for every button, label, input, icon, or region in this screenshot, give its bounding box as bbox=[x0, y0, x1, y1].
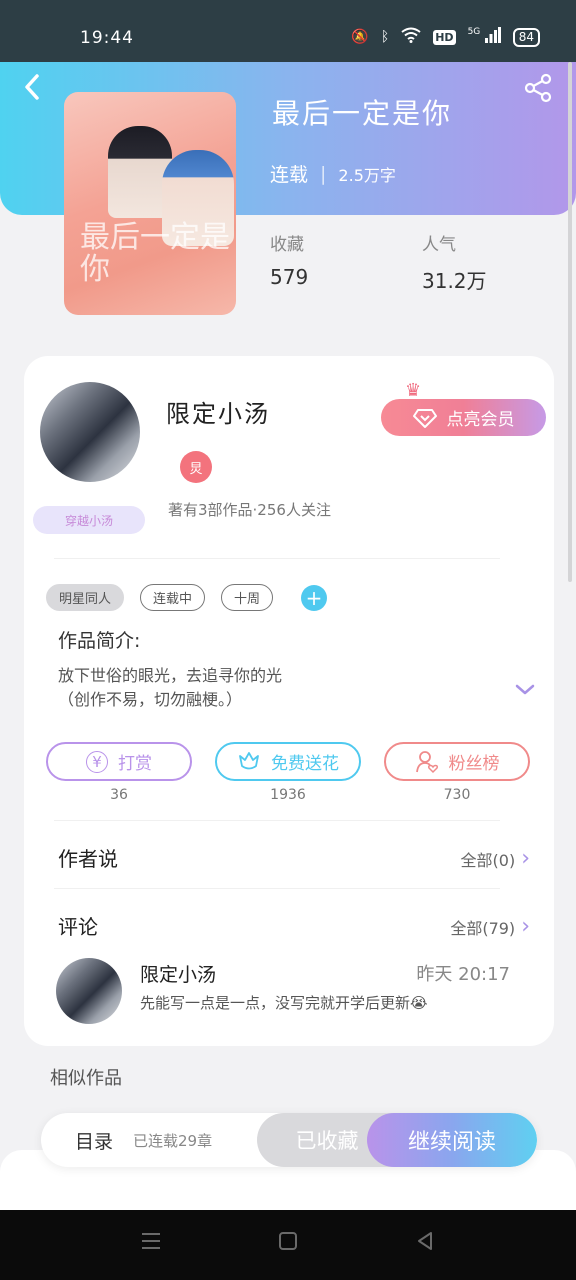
signal-icon: 5G bbox=[468, 27, 501, 47]
tag-item[interactable]: 连载中 bbox=[140, 584, 206, 611]
yen-icon: ¥ bbox=[86, 750, 108, 773]
similar-works-title: 相似作品 bbox=[50, 1068, 122, 1089]
wifi-icon bbox=[401, 27, 421, 47]
serial-chapters[interactable]: 已连载29章 bbox=[133, 1130, 212, 1151]
system-nav-bar bbox=[0, 1210, 576, 1280]
comments-title: 评论 bbox=[58, 915, 98, 939]
share-button[interactable] bbox=[522, 72, 554, 104]
tag-list: 明星同人 连载中 十周 + bbox=[46, 584, 328, 611]
author-avatar[interactable] bbox=[40, 382, 140, 482]
signal-type: 5G bbox=[467, 27, 481, 37]
tip-button[interactable]: ¥ 打赏 bbox=[46, 742, 192, 781]
book-status: 连载 bbox=[270, 164, 309, 186]
chevron-left-icon bbox=[25, 74, 39, 100]
comment-time: 昨天 20:17 bbox=[416, 964, 510, 985]
divider bbox=[54, 558, 500, 559]
fan-badge: 穿越小汤 bbox=[33, 506, 145, 534]
back-button[interactable] bbox=[18, 72, 48, 102]
menu-icon[interactable] bbox=[136, 1230, 166, 1260]
intro-line: 放下世俗的眼光，去追寻你的光 bbox=[58, 666, 283, 685]
author-level-badge: 炅 bbox=[180, 451, 212, 483]
fan-icon bbox=[415, 750, 438, 773]
share-icon bbox=[524, 73, 552, 103]
popularity-stat: 人气 31.2万 bbox=[422, 230, 487, 294]
comments-count: 全部(79) bbox=[450, 918, 516, 938]
send-flower-label: 免费送花 bbox=[271, 754, 339, 774]
commenter-avatar[interactable] bbox=[56, 958, 122, 1024]
chevron-right-icon: › bbox=[521, 846, 530, 871]
expand-intro-button[interactable] bbox=[514, 678, 536, 702]
bluetooth-icon: ᛒ bbox=[380, 29, 390, 45]
author-says-more[interactable]: 全部(0) › bbox=[461, 846, 530, 871]
home-icon[interactable] bbox=[273, 1230, 303, 1260]
author-says-title: 作者说 bbox=[58, 847, 118, 871]
chevron-down-icon bbox=[515, 684, 535, 695]
intro-line: （创作不易，切勿融梗。） bbox=[58, 690, 243, 709]
diamond-icon bbox=[412, 408, 437, 428]
mute-icon: 🔕 bbox=[351, 29, 369, 45]
tag-item[interactable]: 十周 bbox=[221, 584, 274, 611]
comments-more[interactable]: 全部(79) › bbox=[450, 914, 530, 939]
comment-text[interactable]: 先能写一点是一点，没写完就开学后更新😭 bbox=[140, 992, 428, 1013]
chevron-right-icon: › bbox=[521, 914, 530, 939]
battery-icon: 84 bbox=[512, 27, 540, 47]
vip-button-label: 点亮会员 bbox=[446, 410, 515, 430]
hd-icon: HD bbox=[433, 29, 456, 45]
fan-ranking-label: 粉丝榜 bbox=[448, 754, 500, 774]
bottom-action-bar: 目录 已连载29章 已收藏 继续阅读 bbox=[41, 1113, 537, 1167]
tip-count: 36 bbox=[110, 787, 128, 803]
back-triangle-icon[interactable] bbox=[410, 1230, 440, 1260]
author-name[interactable]: 限定小汤 bbox=[166, 394, 270, 429]
status-icons: 🔕 ᛒ HD 5G 84 bbox=[351, 27, 540, 47]
book-title: 最后一定是你 bbox=[272, 97, 453, 130]
add-tag-button[interactable]: + bbox=[301, 584, 328, 611]
book-word-count: 2.5万字 bbox=[338, 165, 396, 185]
status-bar: 19:44 🔕 ᛒ HD 5G 84 bbox=[0, 0, 576, 62]
continue-reading-label: 继续阅读 bbox=[407, 1130, 496, 1155]
scrollbar[interactable] bbox=[568, 62, 572, 582]
book-meta: 连载 | 2.5万字 bbox=[270, 160, 396, 187]
flower-count: 1936 bbox=[270, 787, 306, 803]
popularity-label: 人气 bbox=[422, 235, 456, 255]
fan-count: 730 bbox=[443, 787, 471, 803]
vip-button[interactable]: 点亮会员 bbox=[381, 399, 546, 436]
author-stats: 著有3部作品·256人关注 bbox=[168, 501, 331, 519]
send-flower-button[interactable]: 免费送花 bbox=[215, 742, 361, 781]
cover-title-art: 最后一定是你 bbox=[80, 220, 230, 287]
meta-separator: | bbox=[320, 162, 327, 185]
favorites-value: 579 bbox=[270, 265, 309, 289]
intro-title: 作品简介: bbox=[58, 630, 141, 652]
book-cover[interactable]: 最后一定是你 bbox=[64, 92, 236, 315]
tip-label: 打赏 bbox=[118, 754, 152, 774]
author-says-count: 全部(0) bbox=[460, 850, 516, 870]
collected-label: 已收藏 bbox=[295, 1129, 359, 1153]
flower-icon bbox=[239, 751, 259, 769]
commenter-name[interactable]: 限定小汤 bbox=[140, 960, 216, 987]
divider bbox=[54, 820, 500, 821]
popularity-value: 31.2万 bbox=[422, 269, 487, 293]
fan-ranking-button[interactable]: 粉丝榜 bbox=[384, 742, 530, 781]
favorites-stat: 收藏 579 bbox=[270, 230, 308, 289]
toc-button[interactable]: 目录 bbox=[75, 1127, 113, 1154]
intro-text: 放下世俗的眼光，去追寻你的光 （创作不易，切勿融梗。） bbox=[58, 664, 478, 712]
tag-item[interactable]: 明星同人 bbox=[46, 584, 125, 611]
favorites-label: 收藏 bbox=[270, 235, 304, 255]
crown-icon: ♛ bbox=[405, 380, 422, 401]
status-time: 19:44 bbox=[80, 28, 134, 48]
divider bbox=[54, 888, 500, 889]
continue-reading-button[interactable]: 继续阅读 bbox=[367, 1113, 537, 1167]
